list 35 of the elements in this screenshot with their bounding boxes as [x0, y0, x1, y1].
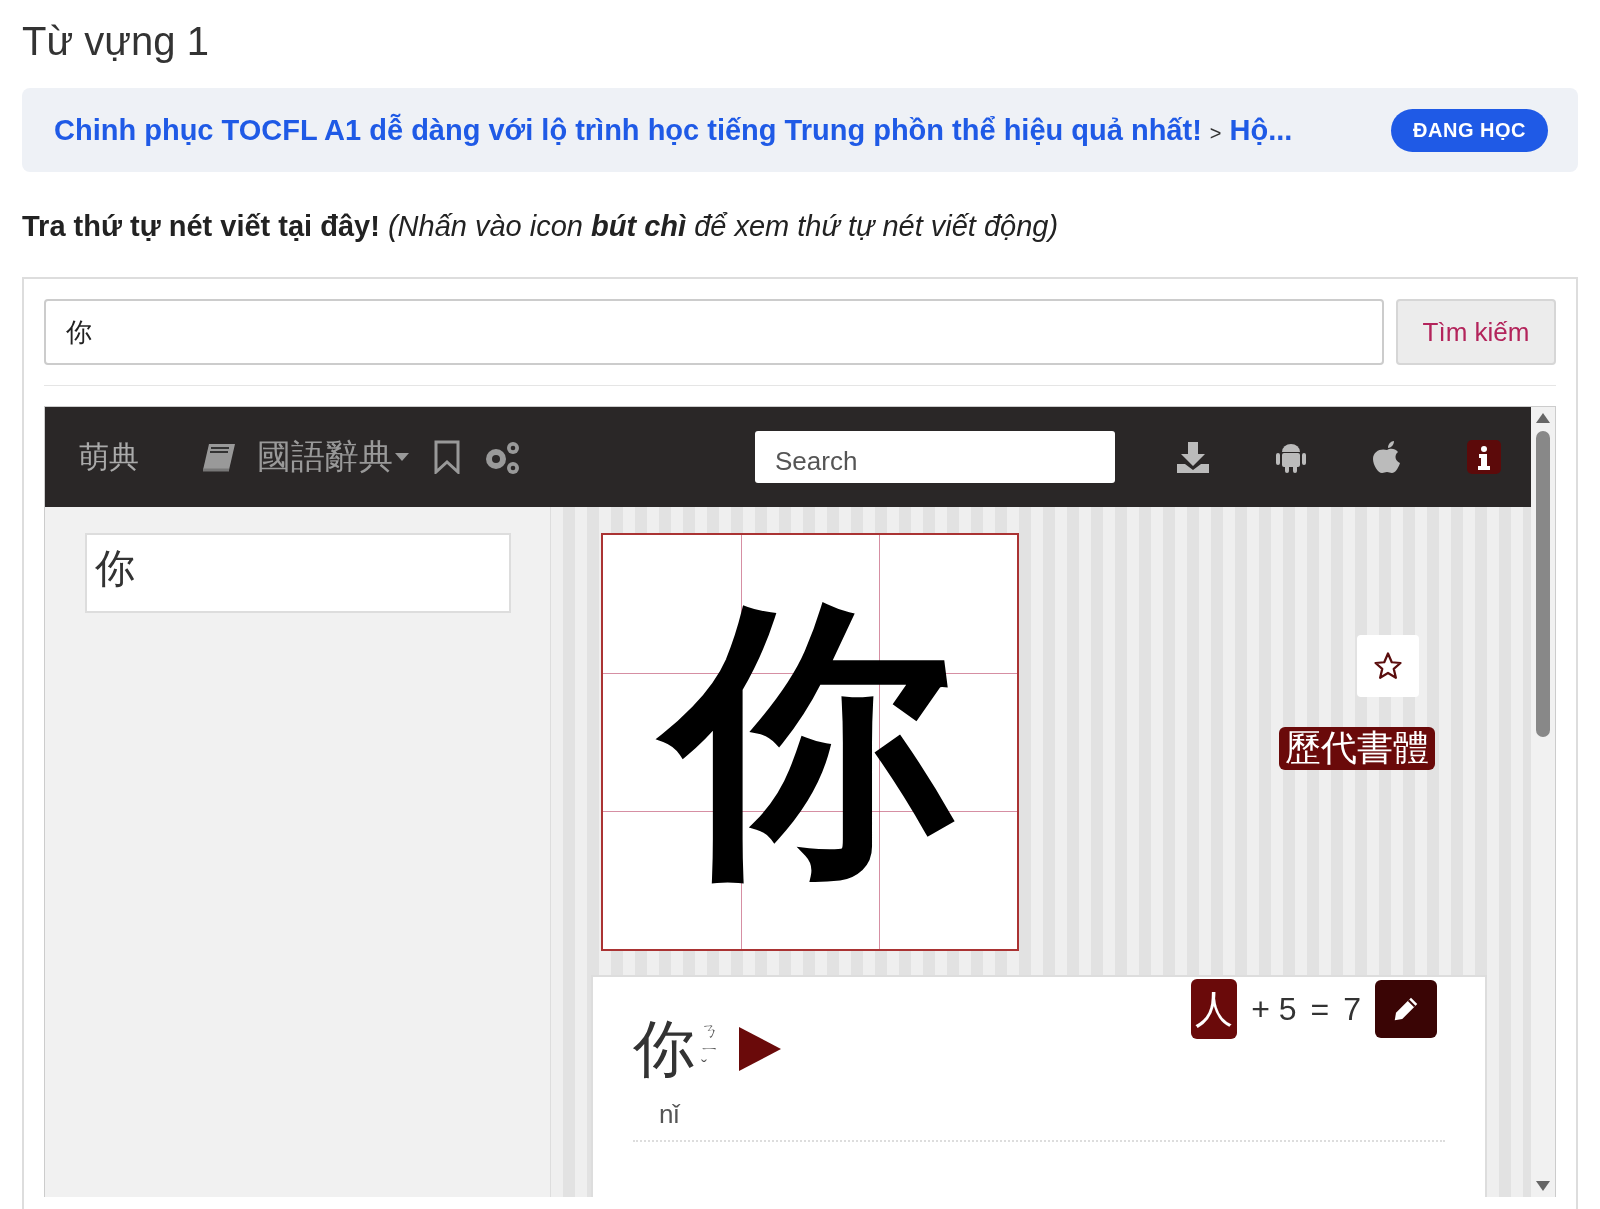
apple-icon[interactable] — [1371, 439, 1403, 475]
bopomofo-text: ㄋㄧˇ — [701, 1022, 720, 1076]
info-icon[interactable] — [1467, 440, 1501, 474]
scrollbar-thumb[interactable] — [1536, 431, 1550, 737]
extra-strokes: + 5 — [1251, 990, 1297, 1028]
instruction-text: Tra thứ tự nét viết tại đây! (Nhấn vào icon bút chì để xem thứ tự nét viết động) — [22, 210, 1060, 243]
equals-sign: = — [1310, 990, 1330, 1028]
lesson-link[interactable]: Hộ... — [1229, 113, 1293, 147]
dictionary-menu[interactable]: 國語辭典 — [257, 434, 409, 480]
scrollbar[interactable] — [1531, 407, 1555, 1197]
search-button[interactable]: Tìm kiếm — [1396, 299, 1556, 365]
search-field[interactable]: Search — [755, 431, 1115, 483]
character-glyph: 你 — [641, 553, 979, 931]
radical-badge[interactable]: 人 — [1191, 979, 1238, 1039]
bookmark-icon[interactable] — [433, 440, 461, 474]
lookup-field[interactable]: 你 — [44, 299, 1384, 365]
status-badge: ĐANG HỌC — [1391, 108, 1548, 152]
course-link[interactable]: Chinh phục TOCFL A1 dễ dàng với lộ trình học tiếng Trung phồn thể hiệu quả nhất! — [54, 113, 1202, 147]
page-title: Từ vựng 1 — [22, 18, 210, 65]
book-icon[interactable] — [201, 441, 237, 473]
scroll-down-icon[interactable] — [1536, 1181, 1550, 1191]
calligraphy-button[interactable]: 歷代書體 — [1279, 727, 1435, 770]
pencil-button[interactable] — [1375, 980, 1437, 1038]
pinyin-text: nǐ — [659, 1099, 680, 1130]
play-icon[interactable] — [738, 1027, 781, 1071]
query-field[interactable]: 你 — [85, 533, 511, 613]
breadcrumb-separator: > — [1209, 121, 1222, 145]
star-button[interactable] — [1357, 635, 1419, 697]
total-strokes: 7 — [1343, 990, 1361, 1028]
caret-icon — [395, 453, 409, 461]
entry-word: 你 — [633, 1014, 695, 1085]
star-icon — [1373, 651, 1403, 681]
dictionary-logo[interactable]: 萌典 — [79, 436, 139, 478]
scroll-up-icon[interactable] — [1536, 413, 1550, 423]
download-icon[interactable] — [1175, 440, 1211, 474]
